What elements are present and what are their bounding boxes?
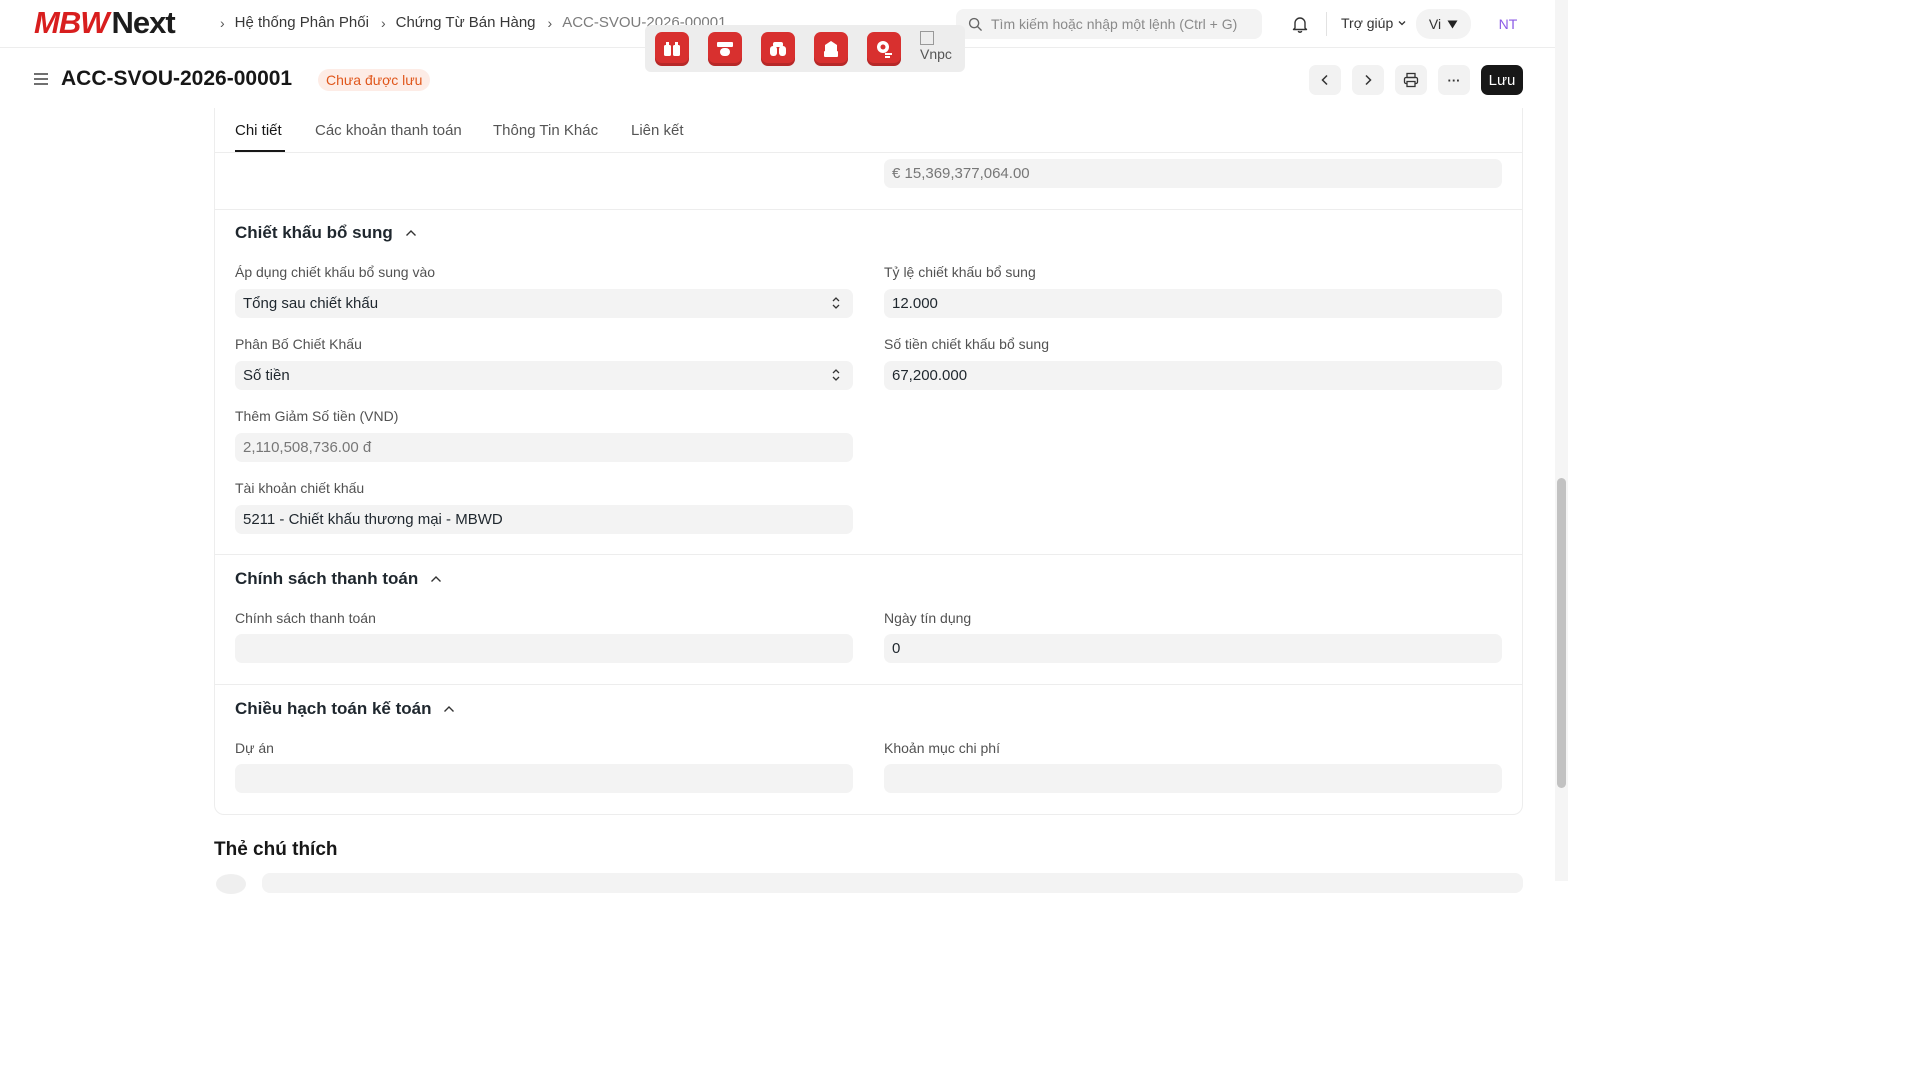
breadcrumb-item[interactable]: Chứng Từ Bán Hàng	[396, 14, 536, 31]
divider	[1326, 12, 1327, 36]
field-label: Tài khoản chiết khấu	[235, 480, 365, 496]
discount-rate-input[interactable]: 12.000	[884, 289, 1502, 318]
field-label: Áp dụng chiết khấu bổ sung vào	[235, 264, 436, 280]
chevron-right-icon: ›	[547, 14, 553, 31]
base-discount-amount-field: 2,110,508,736.00 đ	[235, 433, 853, 462]
avatar[interactable]: NT	[1490, 9, 1526, 39]
bell-icon[interactable]	[1290, 14, 1310, 34]
select-value: Số tiền	[243, 367, 290, 384]
form-card: Chi tiết Các khoản thanh toán Thông Tin …	[214, 108, 1523, 815]
status-badge: Chưa được lưu	[318, 69, 431, 91]
search-placeholder: Tìm kiếm hoặc nhập một lệnh (Ctrl + G)	[991, 16, 1238, 32]
caret-down-icon	[1447, 20, 1458, 28]
select-value: Tổng sau chiết khấu	[243, 295, 379, 312]
field-label: Ngày tín dụng	[884, 610, 972, 626]
chevron-down-icon	[1398, 21, 1406, 26]
credit-days-input[interactable]: 0	[884, 634, 1502, 663]
print-button[interactable]	[1395, 65, 1427, 95]
tab-payments[interactable]: Các khoản thanh toán	[315, 122, 462, 139]
project-input[interactable]	[235, 764, 853, 793]
field-label: Tỷ lệ chiết khấu bổ sung	[884, 264, 1036, 280]
active-tab-indicator	[235, 150, 285, 152]
field-label: Thêm Giảm Số tiền (VND)	[235, 408, 399, 424]
page-header: ACC-SVOU-2026-00001 Chưa được lưu ··· Lư…	[0, 55, 1555, 105]
tab-details[interactable]: Chi tiết	[235, 122, 282, 139]
form-tabs: Chi tiết Các khoản thanh toán Thông Tin …	[215, 108, 1522, 153]
field-label: Chính sách thanh toán	[235, 610, 376, 626]
field-label: Dự án	[235, 740, 274, 756]
prev-record-button[interactable]	[1309, 65, 1341, 95]
hamburger-menu-icon[interactable]	[33, 71, 49, 87]
chevron-up-icon	[431, 576, 442, 582]
field-label: Khoản mục chi phí	[884, 740, 1000, 756]
chevron-up-icon	[444, 706, 455, 712]
help-dropdown[interactable]: Trợ giúp	[1341, 15, 1407, 31]
printer-icon	[1403, 72, 1419, 88]
language-label: Vi	[1428, 16, 1442, 32]
grand-total-field: € 15,369,377,064.00	[884, 159, 1502, 188]
tab-other-info[interactable]: Thông Tin Khác	[493, 122, 598, 139]
section-header-accounting[interactable]: Chiều hạch toán kế toán	[235, 699, 455, 719]
breadcrumb-item[interactable]: Hệ thống Phân Phối	[235, 14, 369, 31]
section-title: Chiều hạch toán kế toán	[235, 699, 432, 718]
logo-next: Next	[111, 5, 175, 40]
chevron-right-icon: ›	[220, 14, 225, 31]
app-logo[interactable]: MBW Next	[34, 5, 176, 40]
help-label: Trợ giúp	[1341, 15, 1394, 31]
apply-discount-on-select[interactable]: Tổng sau chiết khấu	[235, 289, 853, 318]
tab-links[interactable]: Liên kết	[631, 122, 684, 139]
save-button[interactable]: Lưu	[1481, 65, 1523, 95]
more-actions-button[interactable]: ···	[1438, 65, 1470, 95]
divider	[215, 554, 1522, 555]
language-select[interactable]: Vi	[1416, 9, 1471, 39]
discount-account-input[interactable]: 5211 - Chiết khấu thương mại - MBWD	[235, 505, 853, 534]
image-placeholder	[920, 30, 934, 45]
section-title: Chiết khấu bổ sung	[235, 223, 393, 242]
section-title: Chính sách thanh toán	[235, 569, 419, 588]
discount-amount-input[interactable]: 67,200.000	[884, 361, 1502, 390]
logo-brand: MBW	[34, 5, 109, 40]
field-label: Phân Bố Chiết Khấu	[235, 336, 362, 352]
notes-title: Thẻ chú thích	[214, 839, 338, 860]
comment-input[interactable]	[262, 873, 1523, 893]
divider	[215, 209, 1522, 210]
field-label: Số tiền chiết khấu bổ sung	[884, 336, 1050, 352]
search-input[interactable]: Tìm kiếm hoặc nhập một lệnh (Ctrl + G)	[956, 9, 1262, 39]
page-title: ACC-SVOU-2026-00001	[61, 67, 293, 90]
chevron-right-icon	[1365, 74, 1372, 86]
next-record-button[interactable]	[1352, 65, 1384, 95]
updown-arrow-icon	[832, 297, 840, 309]
section-header-discount[interactable]: Chiết khấu bổ sung	[235, 223, 417, 243]
chevron-left-icon	[1321, 74, 1328, 86]
payment-policy-input[interactable]	[235, 634, 853, 663]
avatar	[216, 874, 246, 894]
chevron-right-icon: ›	[380, 14, 386, 31]
chevron-up-icon	[405, 230, 416, 236]
search-icon	[968, 17, 982, 31]
divider	[215, 684, 1522, 685]
cost-center-input[interactable]	[884, 764, 1502, 793]
discount-distribution-select[interactable]: Số tiền	[235, 361, 853, 390]
section-header-payment[interactable]: Chính sách thanh toán	[235, 569, 442, 589]
scrollbar-thumb[interactable]	[1557, 478, 1566, 788]
updown-arrow-icon	[832, 369, 840, 381]
